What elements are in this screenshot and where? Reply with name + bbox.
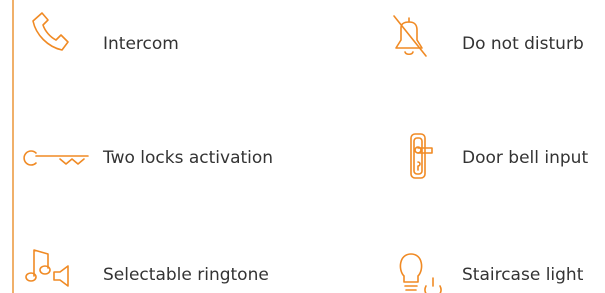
key-icon — [16, 150, 92, 166]
feature-label: Door bell input — [462, 148, 589, 168]
music-note-speaker-icon — [25, 246, 72, 287]
feature-label: Selectable ringtone — [103, 265, 269, 285]
feature-label: Intercom — [103, 34, 179, 54]
left-divider — [12, 0, 14, 293]
feature-label: Staircase light — [462, 265, 584, 285]
phone-handset-icon — [30, 11, 72, 53]
feature-label: Do not disturb — [462, 34, 584, 54]
door-handle-icon — [408, 132, 434, 182]
light-bulb-power-icon — [396, 248, 458, 293]
bell-off-icon — [392, 14, 428, 58]
feature-label: Two locks activation — [103, 148, 274, 168]
